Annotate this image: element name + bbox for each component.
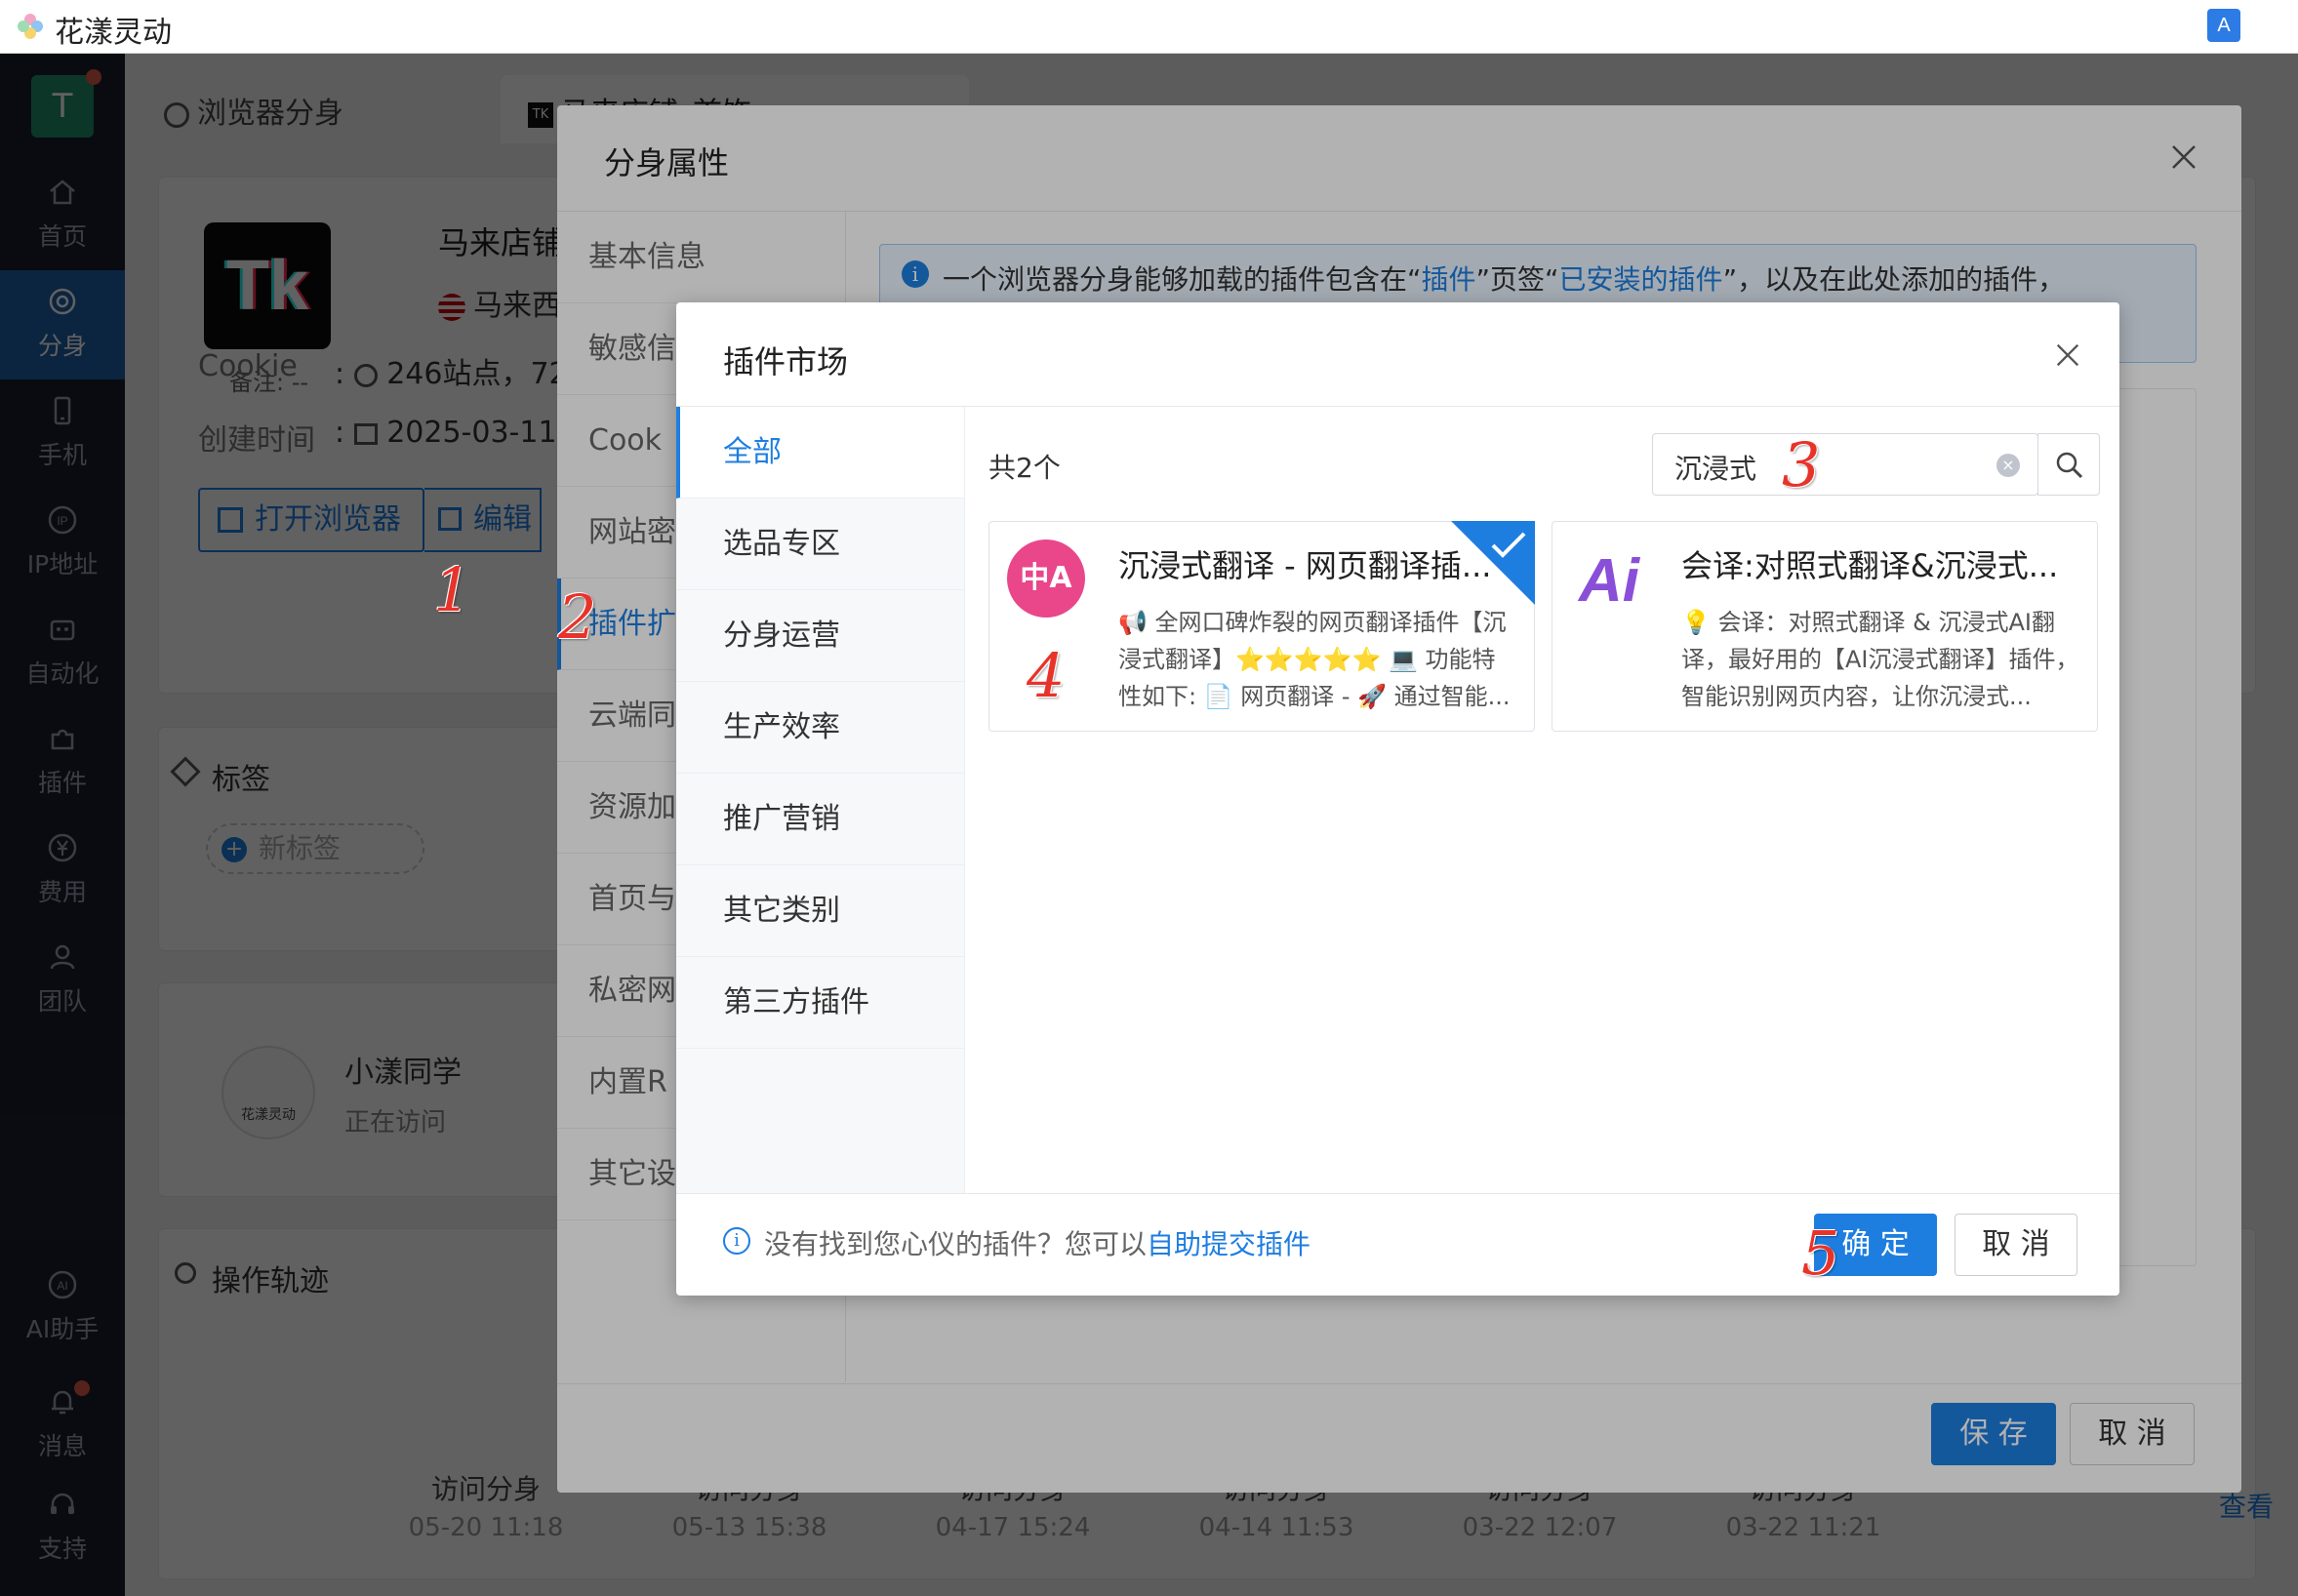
- huiyi-logo: Ai: [1579, 547, 1639, 615]
- submit-plugin-link[interactable]: 自助提交插件: [1147, 1228, 1310, 1260]
- close-icon[interactable]: [2054, 341, 2081, 369]
- result-count: 共2个: [988, 452, 1061, 484]
- annotation-3: 3: [1782, 429, 1821, 500]
- dialog-title: 插件市场: [723, 343, 849, 380]
- category-item[interactable]: 选品专区: [676, 499, 964, 590]
- title-bar: 花漾灵动 A: [0, 0, 2298, 54]
- search-icon: [2055, 451, 2084, 480]
- category-item[interactable]: 生产效率: [676, 682, 964, 774]
- cancel-button[interactable]: 取 消: [1955, 1214, 2077, 1276]
- footer-hint: i 没有找到您心仪的插件？您可以自助提交插件: [723, 1223, 1310, 1262]
- category-item[interactable]: 其它类别: [676, 865, 964, 957]
- clear-icon[interactable]: ×: [1996, 454, 2020, 477]
- plugin-description: 📢 全网口碑炸裂的网页翻译插件【沉浸式翻译】⭐⭐⭐⭐⭐ 💻 功能特性如下: 📄 …: [1118, 609, 1511, 710]
- category-item[interactable]: 推广营销: [676, 774, 964, 865]
- category-item[interactable]: 第三方插件: [676, 957, 964, 1049]
- plugin-card[interactable]: Ai 会译:对照式翻译&沉浸式... 💡 会译：对照式翻译 & 沉浸式AI翻译，…: [1552, 521, 2098, 732]
- immersive-translate-logo: 中A: [1007, 539, 1085, 618]
- translate-icon[interactable]: A: [2207, 9, 2240, 42]
- info-circle-icon: i: [723, 1227, 750, 1255]
- search-button[interactable]: [2037, 433, 2100, 496]
- annotation-5: 5: [1801, 1217, 1840, 1289]
- plugin-name: 会译:对照式翻译&沉浸式...: [1681, 547, 2059, 584]
- app-logo-icon: [16, 12, 45, 41]
- search-input[interactable]: 沉浸式 ×: [1652, 433, 2038, 496]
- category-item[interactable]: 全部: [676, 407, 964, 499]
- dialog-footer-divider: [676, 1193, 2119, 1194]
- search-input-value: 沉浸式: [1674, 453, 1757, 485]
- annotation-1: 1: [433, 554, 472, 625]
- annotation-2: 2: [558, 581, 597, 653]
- annotation-4: 4: [1027, 640, 1066, 711]
- category-item[interactable]: 分身运营: [676, 590, 964, 682]
- plugin-description: 💡 会译：对照式翻译 & 沉浸式AI翻译，最好用的【AI沉浸式翻译】插件，智能识…: [1681, 609, 2079, 710]
- plugin-market-dialog: 插件市场 全部 选品专区 分身运营 生产效率 推广营销 其它类别 第三方插件 共2个 沉浸式…: [676, 302, 2119, 1296]
- category-list: 全部 选品专区 分身运营 生产效率 推广营销 其它类别 第三方插件: [676, 407, 965, 1193]
- plugin-card[interactable]: 中A 沉浸式翻译 - 网页翻译插... 📢 全网口碑炸裂的网页翻译插件【沉浸式翻…: [988, 521, 1535, 732]
- checkmark-icon: [1489, 530, 1528, 561]
- app-title: 花漾灵动: [55, 16, 172, 50]
- plugin-name: 沉浸式翻译 - 网页翻译插...: [1118, 547, 1492, 584]
